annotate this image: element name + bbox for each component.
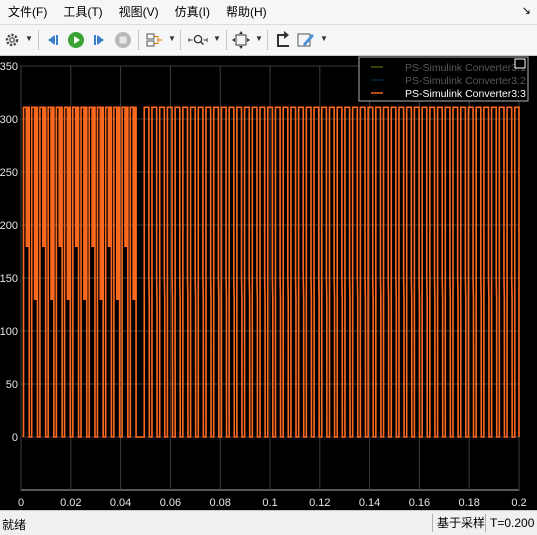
step-forward-icon[interactable]: [89, 30, 109, 50]
status-text: 就绪: [2, 518, 27, 532]
menu-file[interactable]: 文件(F): [0, 0, 55, 24]
style-icon[interactable]: [296, 30, 316, 50]
legend-entry: PS-Simulink Converter3:3: [405, 88, 526, 100]
toolbar-separator: [138, 30, 139, 50]
x-tick-label: 0.06: [160, 497, 181, 509]
fit-view-dropdown-icon[interactable]: ▼: [255, 34, 263, 43]
x-tick-label: 0.18: [458, 497, 479, 509]
sim-time: T=0.200: [485, 514, 537, 532]
undock-arrow-icon[interactable]: ↘: [522, 4, 531, 17]
y-tick-label: 200: [0, 220, 18, 232]
x-tick-label: 0.16: [409, 497, 430, 509]
legend-entry: PS-Simulink Converter3:2: [405, 75, 526, 87]
gear-icon[interactable]: [2, 30, 22, 50]
x-tick-label: 0.08: [209, 497, 230, 509]
plot-area[interactable]: 0 0.02 0.04 0.06 0.08 0.1 0.12 0.14 0.16 0.18 0.2 0…: [0, 56, 537, 510]
toolbar: ▼ ▼ ▼ ▼ ▼: [0, 24, 537, 56]
sample-mode: 基于采样: [432, 514, 489, 532]
signal-select-dropdown-icon[interactable]: ▼: [168, 34, 176, 43]
chart[interactable]: 0 0.02 0.04 0.06 0.08 0.1 0.12 0.14 0.16 0.18 0.2 0…: [0, 56, 537, 510]
fit-view-icon[interactable]: [231, 30, 251, 50]
toolbar-separator: [38, 30, 39, 50]
x-tick-label: 0.1: [262, 497, 277, 509]
x-tick-label: 0.12: [309, 497, 330, 509]
x-tick-label: 0.2: [511, 497, 526, 509]
y-tick-label: 0: [12, 432, 18, 444]
y-tick-label: 350: [0, 61, 18, 73]
y-tick-label: 300: [0, 114, 18, 126]
toolbar-separator: [267, 30, 268, 50]
style-dropdown-icon[interactable]: ▼: [320, 34, 328, 43]
menu-tools[interactable]: 工具(T): [55, 0, 110, 24]
y-tick-label: 100: [0, 326, 18, 338]
x-tick-label: 0.04: [110, 497, 131, 509]
menu-simulation[interactable]: 仿真(I): [167, 0, 218, 24]
stop-icon[interactable]: [113, 30, 133, 50]
x-tick-label: 0.14: [359, 497, 380, 509]
y-tick-label: 150: [0, 273, 18, 285]
gear-dropdown-icon[interactable]: ▼: [25, 34, 33, 43]
legend-expand-icon: [514, 58, 526, 69]
signal-select-icon[interactable]: [144, 30, 164, 50]
restore-icon[interactable]: [273, 30, 293, 50]
x-tick-label: 0: [18, 497, 24, 509]
legend-entry: PS-Simulink Converter3:1: [405, 62, 526, 74]
run-icon[interactable]: [66, 30, 86, 50]
y-tick-label: 50: [6, 379, 18, 391]
toolbar-separator: [180, 30, 181, 50]
x-tick-label: 0.02: [60, 497, 81, 509]
zoom-icon[interactable]: [188, 30, 208, 50]
menu-bar: 文件(F) 工具(T) 视图(V) 仿真(I) 帮助(H) ↘: [0, 0, 537, 24]
menu-view[interactable]: 视图(V): [111, 0, 167, 24]
menu-help[interactable]: 帮助(H): [218, 0, 275, 24]
status-bar: 就绪 基于采样 T=0.200: [0, 510, 537, 535]
zoom-dropdown-icon[interactable]: ▼: [213, 34, 221, 43]
step-back-icon[interactable]: [44, 30, 64, 50]
toolbar-separator: [226, 30, 227, 50]
y-tick-label: 250: [0, 167, 18, 179]
